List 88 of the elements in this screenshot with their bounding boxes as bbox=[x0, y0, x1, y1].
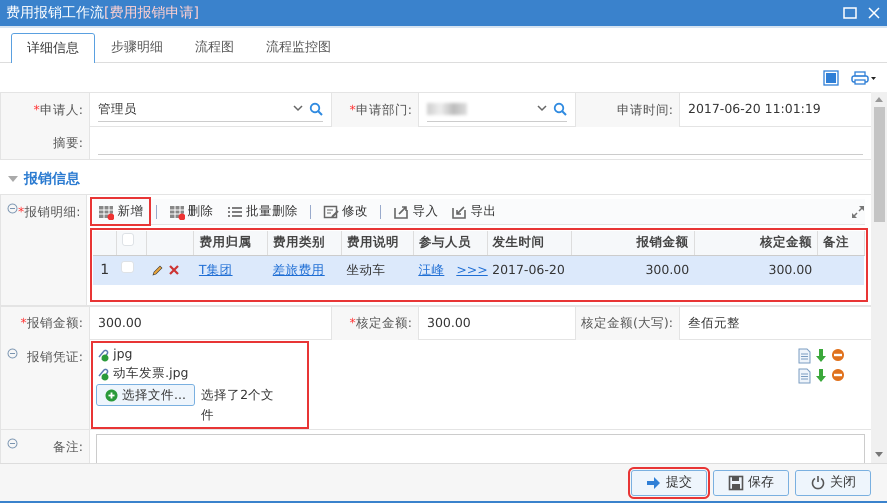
grid-delete-icon bbox=[168, 204, 185, 220]
toolbar-button[interactable]: 删除 bbox=[164, 200, 219, 223]
delete-icon[interactable] bbox=[168, 265, 179, 276]
field-value: 叁佰元整 bbox=[688, 314, 740, 332]
paperclip-icon bbox=[96, 348, 110, 362]
table-cell: 坐动车 bbox=[346, 262, 386, 277]
pencil-icon[interactable] bbox=[152, 264, 164, 276]
field-label: *申请部门: bbox=[350, 100, 412, 119]
grid-add-icon bbox=[98, 204, 114, 220]
column-header: 参与人员 bbox=[413, 231, 488, 255]
tab[interactable]: 流程图 bbox=[179, 33, 250, 62]
field-value: 2017-06-20 11:01:19 bbox=[688, 100, 821, 118]
dropdown-caret-icon[interactable] bbox=[292, 105, 303, 113]
edit-icon bbox=[323, 204, 340, 220]
file-name: jpg bbox=[113, 345, 132, 364]
scroll-up-icon[interactable] bbox=[875, 97, 883, 103]
blurred-text bbox=[427, 103, 467, 115]
collapse-icon[interactable] bbox=[7, 438, 18, 449]
column-header: 报销金额 bbox=[571, 231, 694, 255]
file-name: 动车发票.jpg bbox=[113, 364, 188, 382]
field-label: 备注: bbox=[52, 438, 83, 456]
field-value: 300.00 bbox=[427, 314, 471, 332]
field-label: 核定金额(大写): bbox=[581, 314, 673, 332]
table-cell: 2017-06-20 bbox=[492, 262, 565, 277]
toolbar-button[interactable]: 导出 bbox=[446, 200, 502, 223]
layout-icon[interactable] bbox=[823, 70, 839, 86]
download-icon[interactable] bbox=[814, 368, 828, 384]
column-header: 费用归属 bbox=[194, 231, 268, 255]
column-header: 发生时间 bbox=[487, 231, 572, 255]
document-icon[interactable] bbox=[796, 348, 811, 364]
link[interactable]: 汪峰 bbox=[418, 262, 444, 277]
column-header: 费用类别 bbox=[268, 231, 342, 255]
document-icon[interactable] bbox=[796, 368, 811, 384]
field-label: *报销金额: bbox=[20, 314, 83, 332]
paperclip-icon bbox=[96, 366, 110, 380]
tab[interactable]: 步骤明细 bbox=[95, 33, 179, 62]
checkbox[interactable] bbox=[121, 260, 134, 274]
collapse-icon[interactable] bbox=[7, 203, 18, 214]
plus-icon bbox=[105, 388, 118, 402]
scroll-thumb[interactable] bbox=[874, 107, 884, 222]
search-icon[interactable] bbox=[309, 102, 323, 116]
tab[interactable]: 流程监控图 bbox=[250, 33, 347, 62]
select-field[interactable]: 管理员 bbox=[98, 98, 323, 122]
more-link[interactable]: >>> bbox=[456, 262, 488, 277]
field-label: 摘要: bbox=[52, 134, 83, 152]
table-cell: 300.00 bbox=[645, 262, 690, 277]
footer-button[interactable]: 关闭 bbox=[795, 470, 871, 496]
dropdown-caret-icon[interactable] bbox=[536, 105, 547, 113]
remove-icon[interactable] bbox=[831, 368, 845, 382]
toolbar-button[interactable]: 导入 bbox=[388, 200, 444, 223]
field-label: 报销凭证: bbox=[26, 348, 83, 366]
toolbar-button[interactable]: 新增 bbox=[93, 200, 148, 223]
export-icon bbox=[451, 204, 468, 220]
upload-status: 选择了2个文件 bbox=[201, 386, 276, 424]
column-header: 费用说明 bbox=[342, 231, 414, 255]
field-label: *报销明细: bbox=[18, 203, 80, 221]
close-icon[interactable] bbox=[867, 6, 881, 20]
power-icon bbox=[810, 474, 826, 490]
table-cell: 300.00 bbox=[768, 262, 812, 277]
remove-icon[interactable] bbox=[831, 348, 845, 362]
field-label: 申请时间: bbox=[616, 100, 673, 119]
download-icon[interactable] bbox=[814, 348, 828, 364]
fullscreen-icon[interactable] bbox=[850, 204, 865, 218]
toolbar-button[interactable]: 批量删除 bbox=[222, 200, 303, 223]
arrow-right-icon bbox=[646, 474, 662, 490]
checkbox[interactable] bbox=[122, 233, 134, 246]
field-value: 管理员 bbox=[98, 100, 138, 118]
search-icon[interactable] bbox=[553, 102, 567, 116]
section-title[interactable]: 报销信息 bbox=[24, 168, 80, 190]
window-title: 费用报销工作流[费用报销申请] bbox=[6, 4, 199, 22]
column-header: 备注 bbox=[817, 231, 864, 255]
scroll-down-icon[interactable] bbox=[875, 452, 883, 458]
choose-file-button[interactable]: 选择文件... bbox=[96, 384, 195, 406]
toolbar-button[interactable]: 修改 bbox=[318, 200, 374, 223]
maximize-icon[interactable] bbox=[843, 7, 857, 19]
tab[interactable]: 详细信息 bbox=[11, 33, 95, 63]
import-icon bbox=[393, 204, 410, 220]
print-icon[interactable] bbox=[851, 70, 877, 84]
footer-button[interactable]: 保存 bbox=[713, 470, 789, 496]
scrollbar[interactable] bbox=[871, 92, 887, 463]
column-header: 核定金额 bbox=[694, 231, 818, 255]
field-label: *核定金额: bbox=[350, 314, 412, 332]
collapse-caret-icon[interactable] bbox=[8, 175, 18, 183]
collapse-icon[interactable] bbox=[7, 348, 18, 359]
field-value: 300.00 bbox=[98, 314, 142, 332]
field-label: *申请人: bbox=[34, 100, 83, 119]
row-number: 1 bbox=[93, 255, 116, 285]
save-icon bbox=[728, 474, 744, 490]
